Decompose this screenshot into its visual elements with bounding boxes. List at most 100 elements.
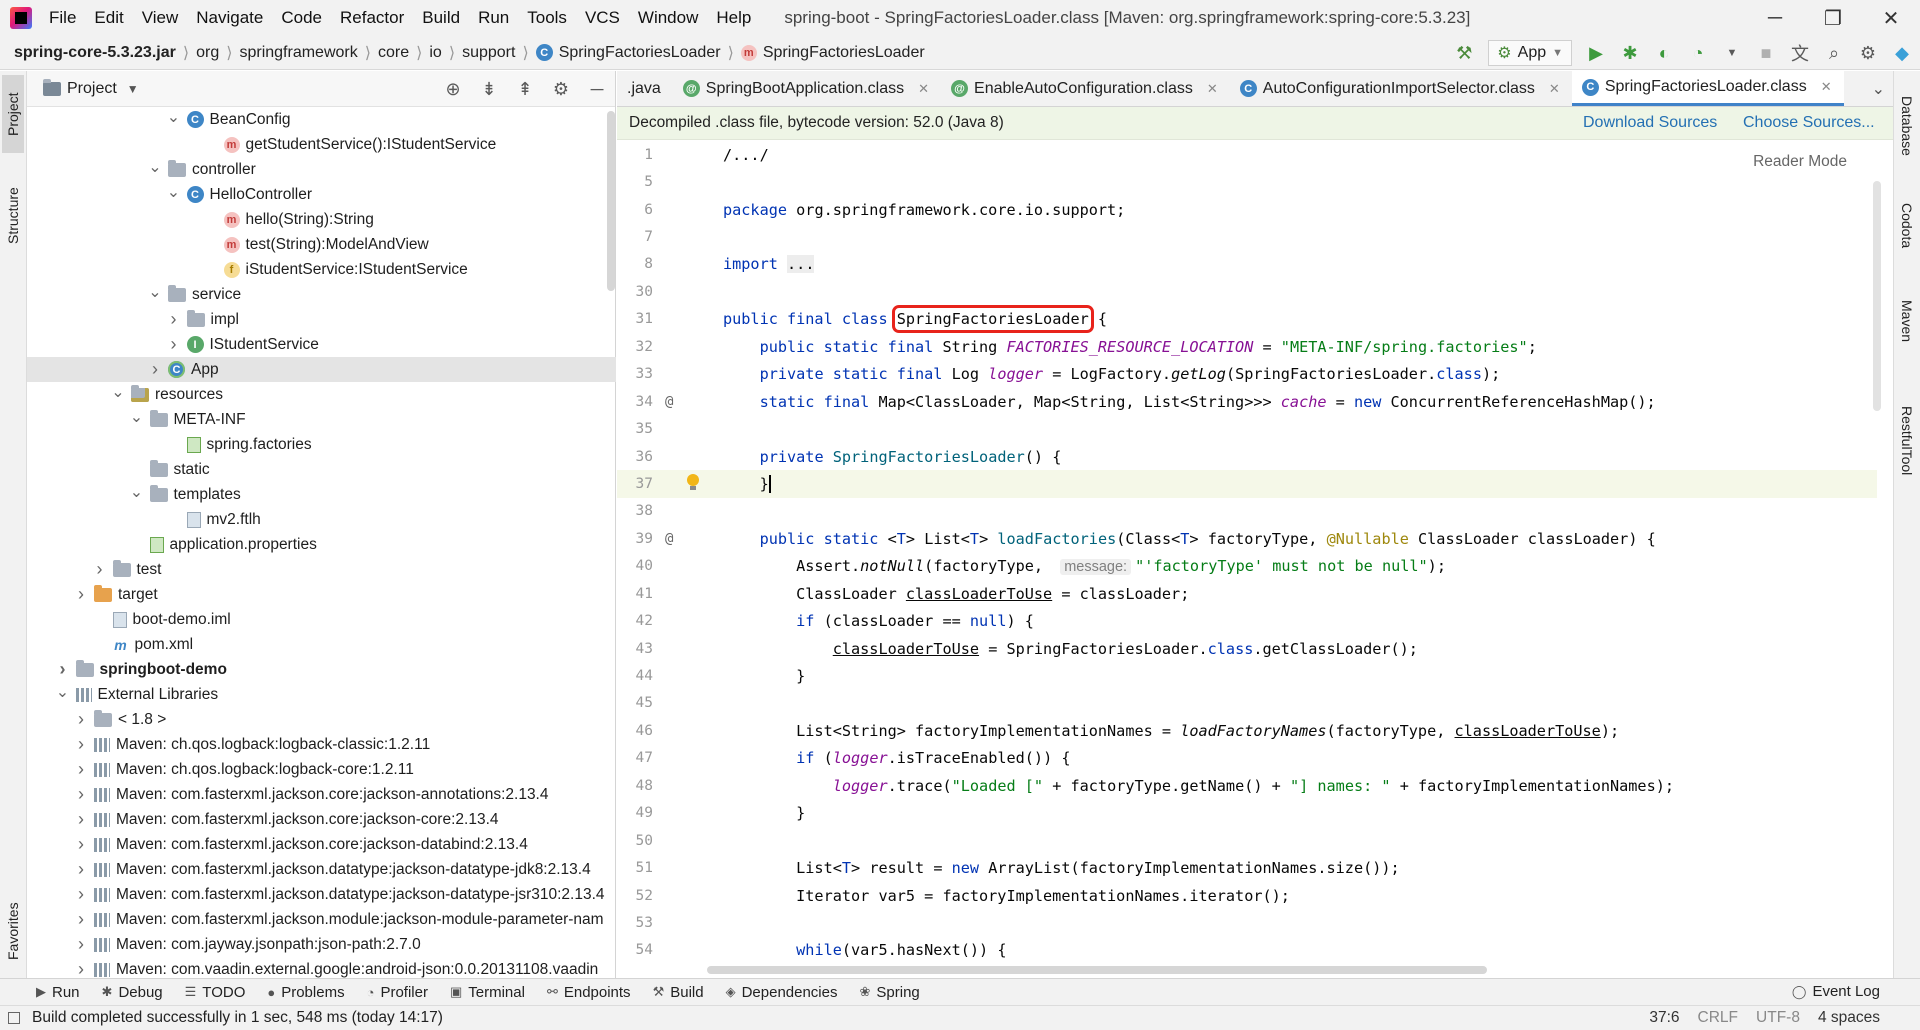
chevron-down-icon[interactable]: ▼ bbox=[127, 82, 139, 96]
expanded-arrow-icon[interactable]: ⌄ bbox=[148, 157, 162, 177]
tree-item[interactable]: ⌄ META-INF bbox=[27, 407, 616, 432]
collapsed-arrow-icon[interactable]: › bbox=[74, 709, 88, 730]
tree-item[interactable]: ⌄ resources bbox=[27, 382, 616, 407]
tree-item[interactable]: › Maven: ch.qos.logback:logback-core:1.2.… bbox=[27, 757, 616, 782]
expand-all-icon[interactable]: ⇟ bbox=[479, 79, 499, 100]
tree-item[interactable]: › Maven: com.fasterxml.jackson.core:jacks… bbox=[27, 807, 616, 832]
collapsed-arrow-icon[interactable]: › bbox=[74, 859, 88, 880]
breadcrumb-item[interactable]: org bbox=[196, 44, 219, 62]
tool-window-profiler-button[interactable]: ◔ Profiler bbox=[367, 984, 428, 1001]
tree-item[interactable]: › Maven: com.fasterxml.jackson.core:jacks… bbox=[27, 782, 616, 807]
collapsed-arrow-icon[interactable]: › bbox=[167, 309, 181, 330]
tree-item[interactable]: mv2.ftlh bbox=[27, 507, 616, 532]
debug-icon[interactable]: ✱ bbox=[1620, 43, 1640, 64]
status-toggle-icon[interactable] bbox=[8, 1012, 20, 1024]
tree-item[interactable]: f iStudentService:IStudentService bbox=[27, 257, 616, 282]
project-tool-tab[interactable]: Project bbox=[2, 75, 24, 153]
event-log-button[interactable]: ◯ Event Log bbox=[1792, 983, 1880, 1000]
expanded-arrow-icon[interactable]: ⌄ bbox=[111, 382, 125, 402]
expanded-arrow-icon[interactable]: ⌄ bbox=[130, 482, 144, 502]
tree-item[interactable]: › target bbox=[27, 582, 616, 607]
choose-sources-link[interactable]: Choose Sources... bbox=[1743, 114, 1875, 132]
tool-window-terminal-button[interactable]: ▣ Terminal bbox=[450, 984, 525, 1001]
code-editor[interactable]: Reader Mode 1/.../5 6 package org.springfr… bbox=[617, 141, 1877, 977]
collapsed-arrow-icon[interactable]: › bbox=[93, 559, 107, 580]
right-tool-tab-database[interactable]: Database bbox=[1896, 81, 1918, 171]
menu-file[interactable]: File bbox=[40, 0, 85, 36]
tree-item[interactable]: › Maven: com.fasterxml.jackson.core:jacks… bbox=[27, 832, 616, 857]
tree-item[interactable]: m getStudentService():IStudentService bbox=[27, 132, 616, 157]
tree-item[interactable]: application.properties bbox=[27, 532, 616, 557]
menu-build[interactable]: Build bbox=[413, 0, 469, 36]
close-window-button[interactable]: ✕ bbox=[1862, 6, 1920, 31]
menu-help[interactable]: Help bbox=[707, 0, 760, 36]
close-tab-icon[interactable]: ✕ bbox=[1549, 81, 1560, 97]
tree-item[interactable]: ⌄ templates bbox=[27, 482, 616, 507]
tool-window-problems-button[interactable]: ● Problems bbox=[267, 984, 344, 1001]
editor-tab[interactable]: @ EnableAutoConfiguration.class ✕ bbox=[941, 71, 1230, 106]
tree-item[interactable]: static bbox=[27, 457, 616, 482]
breadcrumb-item[interactable]: springframework bbox=[239, 44, 357, 62]
collapsed-arrow-icon[interactable]: › bbox=[74, 959, 88, 980]
override-marker-icon[interactable]: @ bbox=[665, 531, 673, 547]
tree-item[interactable]: m hello(String):String bbox=[27, 207, 616, 232]
download-sources-link[interactable]: Download Sources bbox=[1583, 114, 1717, 132]
tree-item[interactable]: › Maven: com.jayway.jsonpath:json-path:2.… bbox=[27, 932, 616, 957]
coverage-icon[interactable]: ◐ bbox=[1654, 43, 1674, 64]
tool-window-dependencies-button[interactable]: ◈ Dependencies bbox=[726, 984, 838, 1001]
editor-tab[interactable]: C AutoConfigurationImportSelector.class ✕ bbox=[1230, 71, 1572, 106]
tool-window-endpoints-button[interactable]: ⚯ Endpoints bbox=[547, 984, 631, 1001]
run-configuration-select[interactable]: ⚙ App ▼ bbox=[1488, 40, 1572, 66]
collapsed-arrow-icon[interactable]: › bbox=[74, 734, 88, 755]
tree-item[interactable]: › I IStudentService bbox=[27, 332, 616, 357]
breadcrumb-item[interactable]: core bbox=[378, 44, 409, 62]
menu-tools[interactable]: Tools bbox=[518, 0, 576, 36]
editor-tab[interactable]: @ SpringBootApplication.class ✕ bbox=[673, 71, 941, 106]
editor-horizontal-scrollbar[interactable] bbox=[707, 966, 1487, 974]
menu-code[interactable]: Code bbox=[272, 0, 331, 36]
tree-item[interactable]: › < 1.8 > bbox=[27, 707, 616, 732]
collapsed-arrow-icon[interactable]: › bbox=[148, 359, 162, 380]
tree-item[interactable]: ⌄ External Libraries bbox=[27, 682, 616, 707]
expanded-arrow-icon[interactable]: ⌄ bbox=[148, 282, 162, 302]
restore-button[interactable]: ❐ bbox=[1804, 6, 1862, 31]
tree-item[interactable]: spring.factories bbox=[27, 432, 616, 457]
close-tab-icon[interactable]: ✕ bbox=[918, 81, 929, 97]
tree-item[interactable]: m test(String):ModelAndView bbox=[27, 232, 616, 257]
locate-target-icon[interactable]: ⊕ bbox=[443, 79, 463, 100]
plugin-icon[interactable]: ◆ bbox=[1892, 43, 1912, 64]
editor-tab[interactable]: C SpringFactoriesLoader.class ✕ bbox=[1571, 71, 1844, 106]
expanded-arrow-icon[interactable]: ⌄ bbox=[167, 107, 181, 127]
collapsed-arrow-icon[interactable]: › bbox=[74, 784, 88, 805]
project-panel-title[interactable]: Project bbox=[67, 80, 117, 98]
tree-item[interactable]: ⌄ C HelloController bbox=[27, 182, 616, 207]
breadcrumb-item[interactable]: io bbox=[429, 44, 441, 62]
tree-item[interactable]: › test bbox=[27, 557, 616, 582]
expanded-arrow-icon[interactable]: ⌄ bbox=[56, 682, 70, 702]
hide-panel-icon[interactable]: ─ bbox=[587, 79, 607, 100]
editor-tab[interactable]: .java bbox=[617, 71, 673, 106]
line-separator[interactable]: CRLF bbox=[1698, 1009, 1738, 1027]
collapsed-arrow-icon[interactable]: › bbox=[167, 334, 181, 355]
collapsed-arrow-icon[interactable]: › bbox=[56, 659, 70, 680]
tool-window-spring-button[interactable]: ❀ Spring bbox=[859, 984, 919, 1001]
right-tool-tab-maven[interactable]: Maven bbox=[1896, 281, 1918, 361]
build-hammer-icon[interactable]: ⚒ bbox=[1454, 43, 1474, 64]
intention-lightbulb-icon[interactable] bbox=[686, 474, 700, 492]
tree-item[interactable]: ⌄ service bbox=[27, 282, 616, 307]
more-run-chevron-icon[interactable]: ▼ bbox=[1722, 47, 1742, 59]
right-tool-tab-restfultool[interactable]: RestfulTool bbox=[1896, 391, 1918, 491]
tree-item[interactable]: › impl bbox=[27, 307, 616, 332]
tool-window-run-button[interactable]: ▶ Run bbox=[36, 984, 80, 1001]
override-marker-icon[interactable]: @ bbox=[665, 394, 673, 410]
structure-tool-tab[interactable]: Structure bbox=[2, 171, 24, 261]
right-tool-tab-codota[interactable]: Codota bbox=[1896, 181, 1918, 271]
collapsed-arrow-icon[interactable]: › bbox=[74, 759, 88, 780]
menu-edit[interactable]: Edit bbox=[85, 0, 132, 36]
editor-vertical-scrollbar[interactable] bbox=[1873, 181, 1881, 411]
collapsed-arrow-icon[interactable]: › bbox=[74, 934, 88, 955]
breadcrumb-item[interactable]: spring-core-5.3.23.jar bbox=[14, 44, 176, 62]
tree-item[interactable]: boot-demo.iml bbox=[27, 607, 616, 632]
panel-settings-gear-icon[interactable]: ⚙ bbox=[551, 79, 571, 100]
profiler-icon[interactable]: ◔ bbox=[1688, 43, 1708, 64]
